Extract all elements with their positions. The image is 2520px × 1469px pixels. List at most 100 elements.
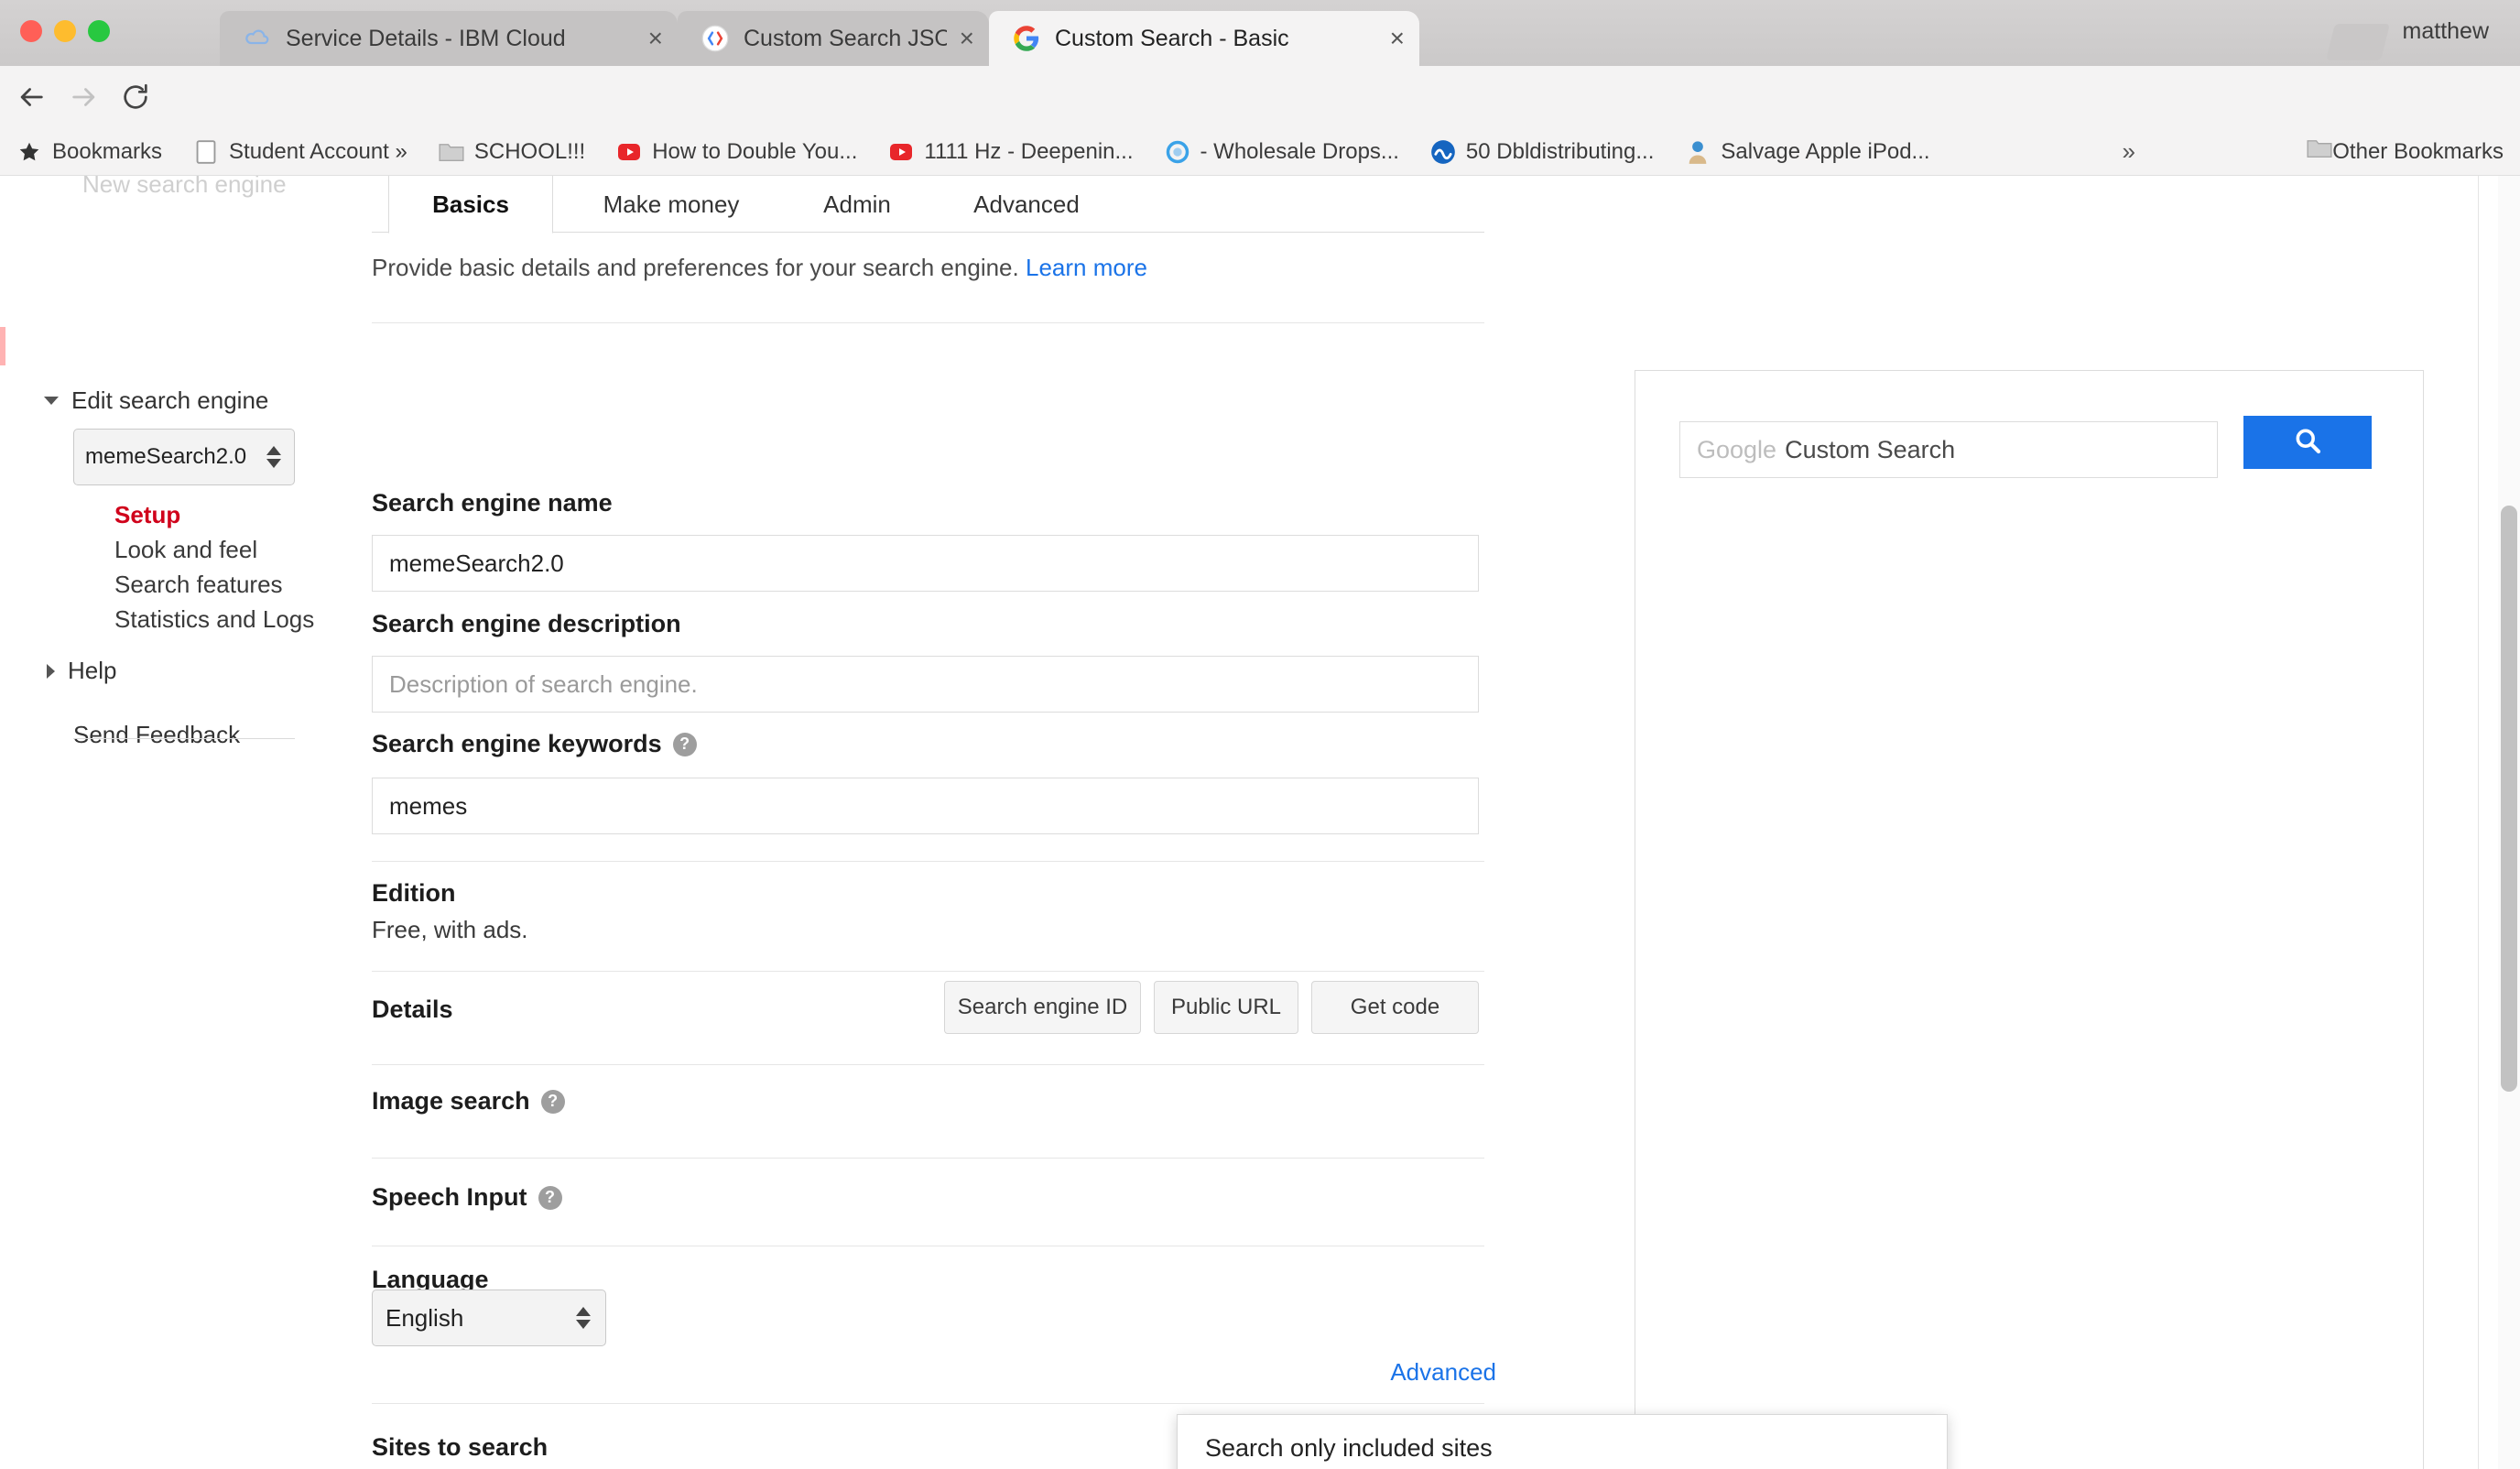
- page-scrollbar-thumb[interactable]: [2501, 506, 2517, 1092]
- public-url-button[interactable]: Public URL: [1154, 981, 1298, 1034]
- forward-icon[interactable]: [64, 77, 104, 117]
- learn-more-link[interactable]: Learn more: [1026, 254, 1147, 281]
- bookmark-label: 1111 Hz - Deepenin...: [924, 138, 1134, 164]
- help-icon[interactable]: ?: [540, 1089, 565, 1114]
- browser-tab-1[interactable]: Service Details - IBM Cloud ×: [220, 11, 678, 66]
- google-g-icon: [1013, 25, 1040, 52]
- bookmark-item-1111hz[interactable]: 1111 Hz - Deepenin...: [888, 138, 1134, 165]
- search-engine-name-input[interactable]: memeSearch2.0: [372, 535, 1479, 592]
- search-scope-dropdown[interactable]: Search only included sites Search the en…: [1177, 1414, 1948, 1469]
- search-engine-id-button[interactable]: Search engine ID: [944, 981, 1141, 1034]
- minimize-window-button[interactable]: [54, 20, 76, 42]
- magnifier-icon: [2291, 424, 2324, 462]
- sidebar-item-look-and-feel[interactable]: Look and feel: [114, 536, 257, 564]
- bookmark-item-student-account[interactable]: Student Account »: [193, 139, 407, 165]
- close-icon[interactable]: ×: [648, 26, 663, 51]
- browser-tab-3[interactable]: Custom Search - Basic ×: [989, 11, 1419, 66]
- sidebar-item-search-features[interactable]: Search features: [114, 571, 283, 599]
- bookmark-label: 50 Dbldistributing...: [1465, 138, 1655, 164]
- circle-arrows-icon: [1165, 139, 1190, 165]
- person-icon: [1685, 139, 1711, 165]
- search-engine-keywords-label-text: Search engine keywords: [372, 730, 662, 757]
- close-window-button[interactable]: [20, 20, 42, 42]
- browser-tab-1-title: Service Details - IBM Cloud: [286, 25, 566, 51]
- image-search-label-text: Image search: [372, 1087, 530, 1115]
- star-icon: [16, 139, 42, 165]
- browser-tab-3-title: Custom Search - Basic: [1055, 25, 1289, 51]
- sidebar-item-setup[interactable]: Setup: [114, 501, 180, 529]
- sidebar-divider: [73, 738, 295, 739]
- bookmark-item-wholesale-drops[interactable]: - Wholesale Drops...: [1165, 139, 1399, 165]
- details-label: Details: [372, 996, 453, 1023]
- chevron-down-icon: [44, 397, 59, 405]
- sidebar-item-new-search-engine[interactable]: New search engine: [82, 176, 287, 199]
- sidebar-item-statistics-and-logs[interactable]: Statistics and Logs: [114, 605, 314, 634]
- folder-icon: [439, 139, 464, 165]
- stepper-arrows-icon: [576, 1307, 591, 1329]
- get-code-button[interactable]: Get code: [1311, 981, 1479, 1034]
- maximize-window-button[interactable]: [88, 20, 110, 42]
- search-engine-selector-value: memeSearch2.0: [85, 444, 247, 469]
- dropdown-item-search-only-included[interactable]: Search only included sites: [1178, 1424, 1947, 1469]
- browser-toolbar: Secure https://cse.google.com/cse/setup/…: [0, 66, 2520, 183]
- speech-input-label: Speech Input ?: [372, 1183, 562, 1212]
- browser-tab-2[interactable]: Custom Search JSON/Atom AP ×: [678, 11, 989, 66]
- advanced-link[interactable]: Advanced: [1390, 1358, 1496, 1387]
- other-bookmarks-folder[interactable]: Other Bookmarks: [2307, 137, 2504, 166]
- search-engine-selector[interactable]: memeSearch2.0: [73, 429, 295, 485]
- other-bookmarks-label: Other Bookmarks: [2332, 138, 2504, 164]
- search-engine-description-label: Search engine description: [372, 610, 681, 637]
- search-engine-name-value: memeSearch2.0: [389, 549, 564, 577]
- bookmark-item-salvage-apple-ipod[interactable]: Salvage Apple iPod...: [1685, 138, 1930, 165]
- profile-name[interactable]: matthew: [2403, 18, 2489, 45]
- search-engine-description-input[interactable]: Description of search engine.: [372, 656, 1479, 713]
- close-icon[interactable]: ×: [1390, 26, 1405, 51]
- divider: [372, 1403, 1484, 1404]
- help-icon[interactable]: ?: [672, 732, 697, 756]
- new-tab-button[interactable]: [2326, 24, 2390, 60]
- preview-search-button[interactable]: [2243, 416, 2372, 469]
- search-engine-name-label: Search engine name: [372, 489, 613, 517]
- tab-admin[interactable]: Admin: [784, 176, 930, 233]
- bookmark-item-dbldistributing[interactable]: 50 Dbldistributing...: [1430, 139, 1654, 165]
- back-icon[interactable]: [11, 77, 51, 117]
- sidebar-item-send-feedback[interactable]: Send Feedback: [73, 721, 240, 749]
- reload-icon[interactable]: [115, 77, 156, 117]
- bookmark-item-how-to-double[interactable]: How to Double You...: [616, 139, 857, 165]
- help-icon[interactable]: ?: [538, 1185, 562, 1210]
- bookmark-label: SCHOOL!!!: [473, 138, 586, 164]
- search-engine-keywords-label: Search engine keywords ?: [372, 730, 697, 758]
- send-feedback-label: Send Feedback: [73, 721, 241, 748]
- google-brand-prefix: Google: [1697, 435, 1777, 463]
- sites-to-search-label: Sites to search: [372, 1433, 549, 1461]
- tab-basics[interactable]: Basics: [388, 176, 553, 234]
- tab-make-money[interactable]: Make money: [566, 176, 777, 233]
- search-engine-keywords-input[interactable]: memes: [372, 778, 1479, 834]
- window-controls[interactable]: [20, 20, 110, 42]
- bookmark-item-school[interactable]: SCHOOL!!!: [439, 139, 585, 165]
- page-scrollbar-track[interactable]: [2498, 176, 2520, 1469]
- divider: [372, 971, 1484, 972]
- bookmark-label: Salvage Apple iPod...: [1721, 138, 1930, 164]
- divider: [372, 1158, 1484, 1159]
- sidebar-group-label: Edit search engine: [71, 386, 269, 414]
- search-engine-description-placeholder: Description of search engine.: [389, 669, 698, 698]
- ibm-cloud-icon: [244, 25, 271, 52]
- close-icon[interactable]: ×: [960, 26, 974, 51]
- divider: [372, 1064, 1484, 1065]
- active-nav-edge-indicator: [0, 327, 5, 365]
- language-select[interactable]: English: [372, 1289, 606, 1346]
- form-tab-bar: Basics Make money Admin Advanced: [372, 176, 1484, 234]
- edition-label: Edition: [372, 879, 456, 907]
- preview-search-placeholder: Custom Search: [1785, 435, 1956, 463]
- bookmarks-overflow-icon[interactable]: »: [2123, 137, 2135, 166]
- tab-advanced[interactable]: Advanced: [935, 176, 1118, 233]
- bookmark-item-bookmarks[interactable]: Bookmarks: [16, 139, 162, 165]
- preview-search-input[interactable]: Google Custom Search: [1679, 421, 2218, 478]
- browser-tab-strip: Service Details - IBM Cloud × Custom Sea…: [0, 0, 2520, 66]
- sidebar-group-help[interactable]: Help: [44, 657, 116, 685]
- content-right-border: [2478, 176, 2479, 1469]
- language-select-value: English: [386, 1303, 464, 1332]
- sidebar-group-label: Help: [68, 657, 117, 684]
- sidebar-group-edit-search-engine[interactable]: Edit search engine: [44, 386, 268, 415]
